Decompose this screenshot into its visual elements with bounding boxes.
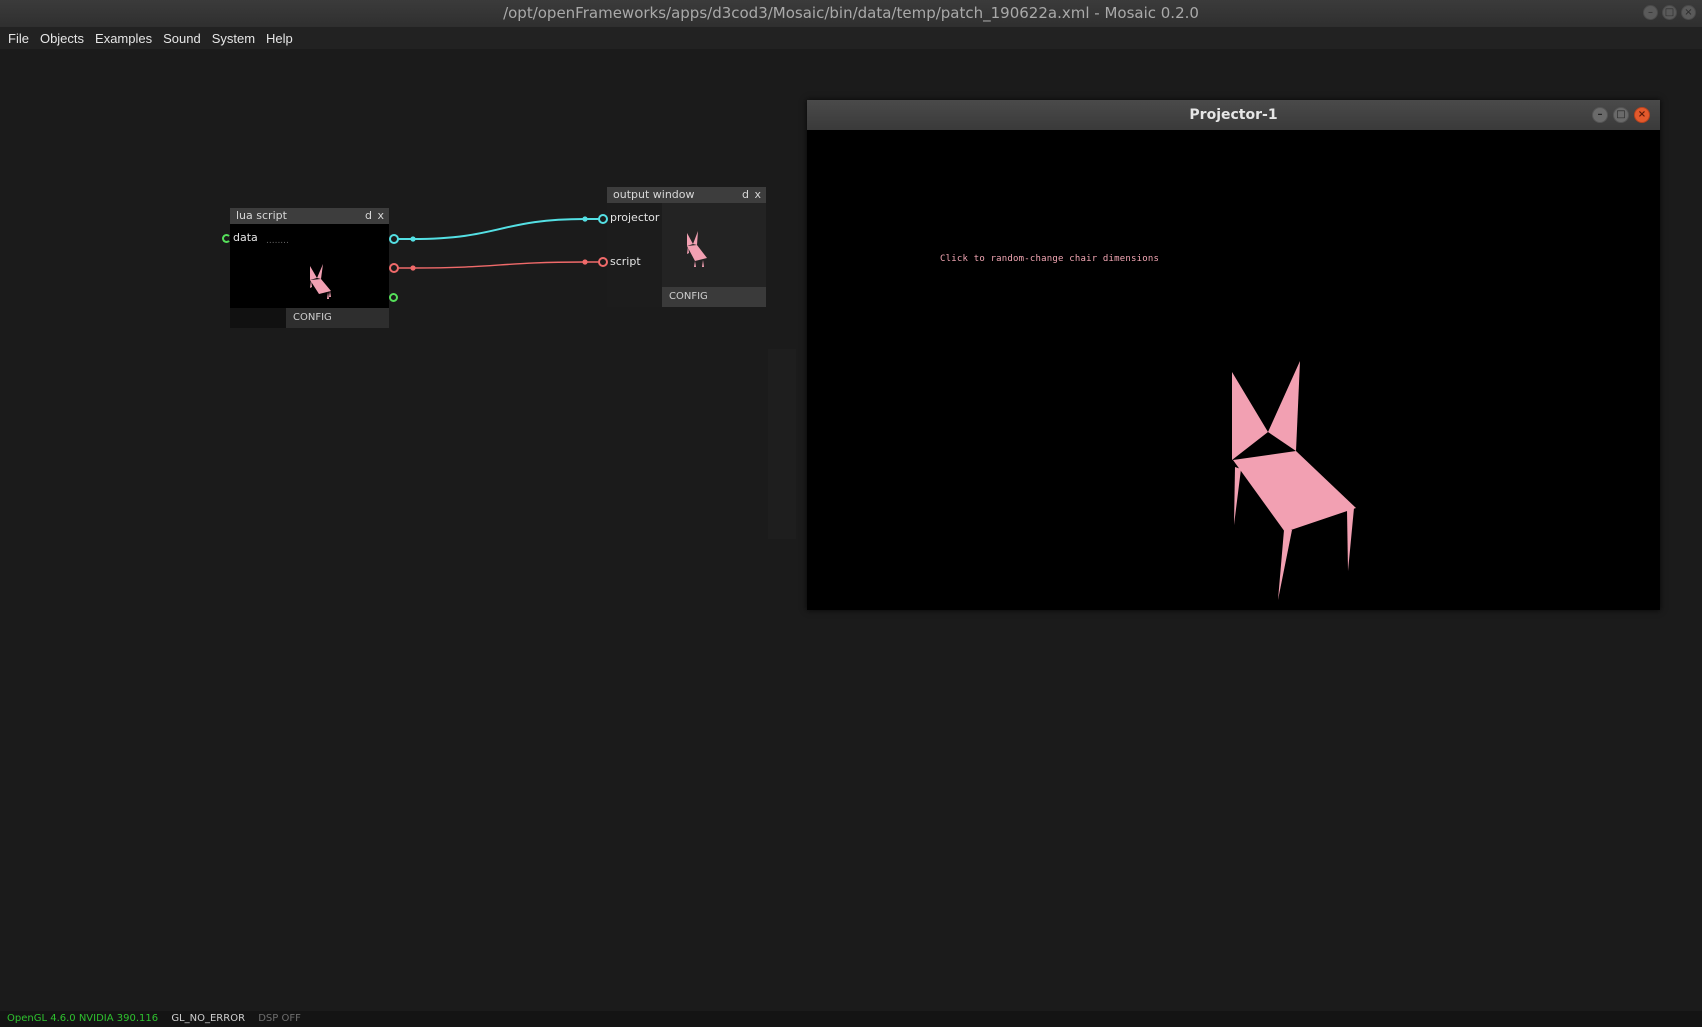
lua-script-preview [310, 264, 331, 299]
maximize-icon[interactable]: □ [1662, 5, 1677, 20]
menu-examples[interactable]: Examples [91, 31, 156, 46]
lua-script-outlet-texture-pin[interactable] [389, 234, 399, 244]
cable-script-point-start [410, 265, 416, 271]
menu-objects[interactable]: Objects [36, 31, 88, 46]
menu-system[interactable]: System [208, 31, 259, 46]
output-window-config-button[interactable]: CONFIG [662, 287, 766, 307]
chair-leg-front-right [1278, 530, 1292, 600]
menu-sound[interactable]: Sound [159, 31, 205, 46]
chair-leg-back-right [1347, 508, 1354, 571]
chair-back-left [1232, 372, 1268, 460]
status-bar: OpenGL 4.6.0 NVIDIA 390.116 GL_NO_ERROR … [0, 1011, 1702, 1027]
projector-window[interactable]: Projector-1 – □ × Click to random-change… [807, 100, 1660, 610]
output-window-close-button[interactable]: x [754, 187, 761, 203]
preview-chair-leg [327, 292, 329, 299]
output-window-node[interactable]: output window d x projector ... script C… [607, 187, 766, 307]
projector-minimize-icon[interactable]: – [1592, 107, 1608, 123]
output-window-node-title: output window [613, 188, 695, 201]
close-icon[interactable]: × [1681, 5, 1696, 20]
lua-script-duplicate-button[interactable]: d [365, 208, 372, 224]
lua-script-inlet-data-pin[interactable] [222, 234, 231, 243]
status-gl-error: GL_NO_ERROR [171, 1013, 246, 1024]
chair-back-right [1268, 361, 1300, 451]
preview-chair-leg [329, 291, 331, 297]
output-window-inlet-script-label: script [610, 255, 641, 268]
projector-close-icon[interactable]: × [1634, 107, 1650, 123]
cable-script[interactable] [394, 261, 603, 269]
status-dsp: DSP OFF [258, 1013, 301, 1024]
cable-texture[interactable] [394, 218, 603, 240]
output-window-duplicate-button[interactable]: d [742, 187, 749, 203]
output-window-inlet-projector-label: projector [610, 211, 660, 224]
preview-chair-back-left [310, 266, 317, 280]
output-window-inlet-script-pin[interactable] [598, 257, 608, 267]
cable-texture-point-start [410, 236, 416, 242]
minimize-icon[interactable]: – [1643, 5, 1658, 20]
menu-bar: File Objects Examples Sound System Help [0, 27, 1702, 49]
projector-chair-render[interactable] [807, 130, 1660, 610]
output-window-node-header[interactable]: output window d x [607, 187, 766, 203]
lua-script-outlet-script-pin[interactable] [389, 263, 399, 273]
window-controls: – □ × [1643, 5, 1696, 20]
window-title: /opt/openFrameworks/apps/d3cod3/Mosaic/b… [503, 4, 1199, 22]
menu-file[interactable]: File [4, 31, 33, 46]
window-titlebar: /opt/openFrameworks/apps/d3cod3/Mosaic/b… [0, 0, 1702, 27]
cable-texture-point-end [582, 216, 588, 222]
lua-script-node-title: lua script [236, 209, 287, 222]
projector-maximize-icon[interactable]: □ [1613, 107, 1629, 123]
projector-window-titlebar[interactable]: Projector-1 – □ × [807, 100, 1660, 130]
status-gl-version: OpenGL 4.6.0 NVIDIA 390.116 [7, 1013, 159, 1024]
cable-script-point-end [582, 259, 588, 265]
lua-script-node-header[interactable]: lua script d x [230, 208, 389, 224]
lua-script-node[interactable]: lua script d x data ........ CONFIG [230, 208, 389, 328]
output-window-inlet-projector-pin[interactable] [598, 214, 608, 224]
lua-script-close-button[interactable]: x [377, 208, 384, 224]
projector-window-title: Projector-1 [1189, 107, 1278, 123]
output-window-preview [662, 203, 766, 287]
preview-chair-seat [310, 279, 331, 294]
lua-script-footer [230, 308, 286, 328]
projector-window-controls: – □ × [1592, 107, 1650, 123]
menu-help[interactable]: Help [262, 31, 297, 46]
preview-chair-back-right [317, 264, 323, 279]
canvas-shadow [768, 349, 796, 539]
chair-seat [1233, 451, 1356, 532]
lua-script-config-button[interactable]: CONFIG [286, 308, 389, 328]
lua-script-outlet-data-pin[interactable] [389, 293, 398, 302]
chair-leg-front-left [1234, 467, 1241, 525]
